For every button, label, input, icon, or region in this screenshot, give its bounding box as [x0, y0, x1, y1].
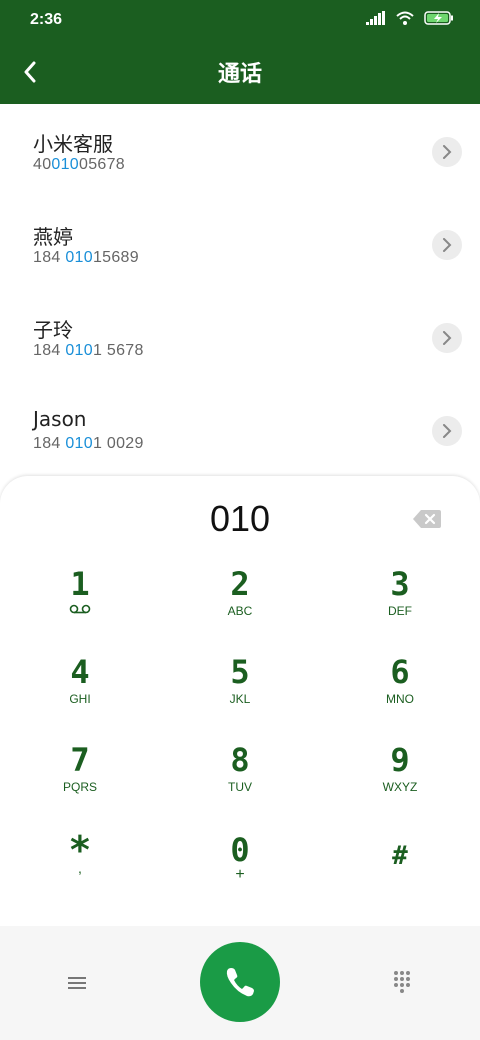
key-letters: ABC: [227, 604, 253, 618]
dialpad-icon: [394, 971, 410, 993]
menu-button[interactable]: [62, 970, 92, 996]
contact-detail-button[interactable]: [432, 230, 462, 260]
contact-name: 小米客服: [33, 132, 113, 156]
key-digit: 1: [70, 565, 90, 603]
contact-number: 184 01015689: [33, 249, 139, 266]
key-digit: 6: [390, 653, 410, 691]
dialpad-panel: 010 1 2 ABC 3 DEF 4 GHI 5 JKL 6 MNO 7 PQ…: [0, 476, 480, 926]
key-3[interactable]: 3 DEF: [340, 566, 460, 646]
key-hash[interactable]: #: [340, 832, 460, 912]
contact-list: 小米客服 4001005678 燕婷 184 01015689 子玲 184 0…: [0, 104, 480, 476]
status-icons: [366, 11, 454, 25]
key-letters: PQRS: [62, 780, 97, 794]
dialpad-toggle-button[interactable]: [388, 968, 416, 996]
key-letters: DEF: [388, 604, 412, 618]
key-digit: 0: [230, 831, 250, 869]
key-8[interactable]: 8 TUV: [180, 742, 300, 822]
contact-name: Jason: [33, 407, 87, 431]
chevron-right-icon: [443, 331, 452, 345]
key-6[interactable]: 6 MNO: [340, 654, 460, 734]
key-star[interactable]: * ,: [20, 831, 140, 912]
key-letters: GHI: [69, 692, 91, 706]
status-time: 2:36: [30, 11, 63, 28]
bottom-bar: [0, 926, 480, 1040]
key-letters: +: [235, 866, 245, 883]
key-9[interactable]: 9 WXYZ: [340, 742, 460, 822]
signal-icon: [366, 11, 385, 25]
key-digit: 7: [70, 741, 90, 779]
key-digit: 2: [230, 565, 250, 603]
list-item[interactable]: 小米客服 4001005678: [0, 104, 480, 197]
contact-number: 184 0101 5678: [33, 342, 144, 359]
key-1[interactable]: 1: [20, 566, 140, 646]
contact-number: 4001005678: [33, 156, 126, 173]
key-4[interactable]: 4 GHI: [20, 654, 140, 734]
key-letters: TUV: [228, 780, 252, 794]
call-button[interactable]: [200, 942, 280, 1022]
key-digit: 4: [70, 653, 90, 691]
key-2[interactable]: 2 ABC: [180, 566, 300, 646]
wifi-icon: [396, 11, 414, 25]
menu-icon: [68, 977, 86, 989]
list-item[interactable]: Jason 184 0101 0029: [0, 383, 480, 476]
list-item[interactable]: 燕婷 184 01015689: [0, 197, 480, 290]
page-title: 通话: [217, 62, 262, 87]
contact-detail-button[interactable]: [432, 323, 462, 353]
key-0[interactable]: 0 +: [180, 832, 300, 912]
key-letters: JKL: [229, 692, 251, 706]
backspace-button[interactable]: [412, 508, 442, 530]
key-digit: #: [392, 841, 408, 871]
battery-charging-icon: [424, 11, 453, 25]
key-letters: WXYZ: [382, 780, 418, 794]
backspace-icon: [413, 510, 441, 528]
app-bar: 通话: [0, 40, 480, 104]
status-bar: 2:36: [0, 0, 480, 40]
contact-detail-button[interactable]: [432, 137, 462, 167]
key-letters: ,: [78, 860, 82, 876]
chevron-right-icon: [443, 145, 452, 159]
contact-name: 子玲: [33, 318, 73, 342]
key-digit: 5: [230, 653, 250, 691]
phone-icon: [226, 968, 254, 997]
chevron-right-icon: [443, 424, 452, 438]
key-digit: 3: [390, 565, 410, 603]
key-digit: 9: [390, 741, 410, 779]
contact-name: 燕婷: [33, 225, 73, 249]
key-7[interactable]: 7 PQRS: [20, 742, 140, 822]
contact-detail-button[interactable]: [432, 416, 462, 446]
key-5[interactable]: 5 JKL: [180, 654, 300, 734]
list-item[interactable]: 子玲 184 0101 5678: [0, 290, 480, 383]
chevron-right-icon: [443, 238, 452, 252]
voicemail-icon: [69, 604, 91, 614]
key-digit: 8: [230, 741, 250, 779]
dialed-number: 010: [209, 498, 271, 539]
contact-number: 184 0101 0029: [33, 435, 144, 452]
key-letters: MNO: [386, 692, 414, 706]
